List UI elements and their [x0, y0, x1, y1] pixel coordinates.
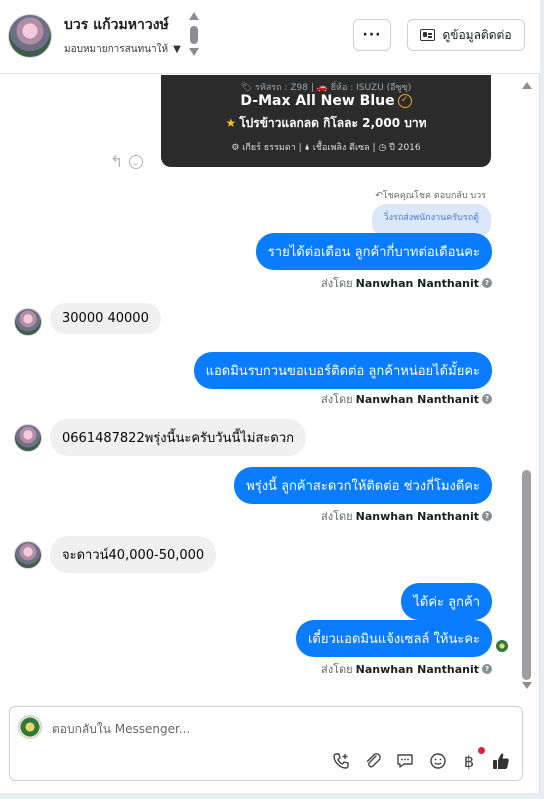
thumbs-up-icon[interactable]: [491, 751, 511, 771]
contact-card-icon: [420, 29, 436, 41]
product-price: โปรข้าวแลกลด กิโลละ 2,000 บาท: [239, 116, 427, 130]
scrollbar-thumb[interactable]: [522, 470, 531, 680]
sent-by-line: ส่งโดย Nanwhan Nanthanit ?: [321, 660, 492, 678]
conversation-window: บวร แก้วมหาวงษ์ มอบหมายการสนทนาให้ ▼ ···…: [0, 0, 540, 793]
reply-icon[interactable]: ↰: [110, 152, 123, 171]
thread-scrollbar[interactable]: [520, 80, 534, 692]
sent-by-prefix: ส่งโดย: [321, 510, 353, 523]
assign-conversation-dropdown[interactable]: มอบหมายการสนทนาให้ ▼: [64, 42, 181, 57]
message-bubble-outgoing[interactable]: พรุ่งนี้ ลูกค้าสะดวกให้ติดต่อ ช่วงกี่โมง…: [234, 467, 492, 504]
contact-avatar-small[interactable]: [14, 424, 42, 452]
reply-input[interactable]: [52, 719, 492, 739]
attachment-icon[interactable]: [363, 751, 383, 771]
message-bubble-incoming[interactable]: จะดาวน์40,000-50,000: [50, 536, 217, 573]
contact-avatar-small[interactable]: [14, 541, 42, 569]
react-emoji-icon[interactable]: [129, 154, 144, 169]
product-card-message[interactable]: 🏷 รหัสรถ : Z98 | 🚗 ยี่ห้อ : ISUZU (อีซูซ…: [161, 75, 491, 167]
message-bubble-outgoing[interactable]: แอดมินรบกวนขอเบอร์ติดต่อ ลูกค้าหน่อยได้ม…: [193, 352, 492, 389]
conversation-header: บวร แก้วมหาวงษ์ มอบหมายการสนทนาให้ ▼ ···…: [0, 0, 540, 74]
sent-by-line: ส่งโดย Nanwhan Nanthanit ?: [321, 390, 492, 408]
message-bubble-incoming[interactable]: 0661487822พรุ่งนี้นะครับวันนี้ไม่สะดวก: [50, 419, 307, 456]
verified-check-icon: ✓: [397, 94, 412, 108]
message-actions: ↰: [110, 152, 144, 171]
header-scroll-thumb[interactable]: [190, 26, 198, 44]
header-scroll-control[interactable]: [187, 12, 201, 60]
sender-name: Nanwhan Nanthanit: [355, 276, 479, 290]
notification-dot: [478, 747, 485, 754]
product-title: D-Max All New Blue: [240, 93, 395, 109]
message-bubble-outgoing[interactable]: ได้ค่ะ ลูกค้า: [401, 583, 492, 620]
sender-name: Nanwhan Nanthanit: [355, 662, 479, 676]
help-icon[interactable]: ?: [482, 278, 492, 288]
help-icon[interactable]: ?: [482, 511, 492, 521]
message-thread: 🏷 รหัสรถ : Z98 | 🚗 ยี่ห้อ : ISUZU (อีซูซ…: [0, 75, 540, 695]
phone-add-icon[interactable]: [331, 751, 351, 771]
arrow-down-icon[interactable]: [189, 48, 199, 56]
sent-by-prefix: ส่งโดย: [321, 663, 353, 676]
product-meta: 🏷 รหัสรถ : Z98 | 🚗 ยี่ห้อ : ISUZU (อีซูซ…: [240, 83, 412, 93]
saved-reply-icon[interactable]: [395, 751, 415, 771]
product-title-row: D-Max All New Blue ✓: [161, 93, 491, 109]
contact-avatar-small[interactable]: [14, 308, 42, 336]
product-price-row: ★ โปรข้าวแลกลด กิโลละ 2,000 บาท: [161, 114, 491, 133]
arrow-up-icon[interactable]: [189, 12, 199, 20]
message-bubble-outgoing[interactable]: รายได้ต่อเดือน ลูกค้ากี่บาทต่อเดือนคะ: [255, 233, 492, 270]
sent-by-line: ส่งโดย Nanwhan Nanthanit ?: [321, 274, 492, 292]
sender-name: Nanwhan Nanthanit: [355, 392, 479, 406]
sent-by-prefix: ส่งโดย: [321, 277, 353, 290]
message-bubble-incoming[interactable]: 30000 40000: [50, 303, 161, 334]
reply-context: ↶โชคคุณโชค ตอบกลับ บวร: [375, 191, 486, 201]
message-composer: ฿: [9, 706, 523, 781]
sender-name: Nanwhan Nanthanit: [355, 509, 479, 523]
scroll-down-icon[interactable]: [522, 682, 532, 689]
help-icon[interactable]: ?: [482, 664, 492, 674]
sent-by-line: ส่งโดย Nanwhan Nanthanit ?: [321, 507, 492, 525]
view-contact-info-button[interactable]: ดูข้อมูลติดต่อ: [407, 19, 525, 51]
page-logo-avatar: [18, 715, 42, 739]
contact-avatar[interactable]: [8, 14, 52, 58]
view-contact-info-label: ดูข้อมูลติดต่อ: [442, 27, 512, 42]
product-specs: ⚙ เกียร์ ธรรมดา | 🌢 เชื้อเพลิง ดีเซล | ◷…: [231, 143, 421, 153]
star-icon: ★: [225, 116, 237, 130]
scroll-up-icon[interactable]: [522, 82, 532, 89]
emoji-icon[interactable]: [428, 751, 448, 771]
contact-name[interactable]: บวร แก้วมหาวงษ์: [64, 14, 169, 36]
more-options-button[interactable]: ···: [353, 19, 391, 51]
seen-indicator-avatar: [496, 640, 508, 652]
help-icon[interactable]: ?: [482, 394, 492, 404]
assign-label: มอบหมายการสนทนาให้: [64, 44, 169, 55]
message-bubble-outgoing[interactable]: เดี๋ยวแอดมินแจ้งเซลล์ ให้นะคะ: [295, 620, 492, 657]
chevron-down-icon: ▼: [173, 44, 181, 55]
baht-payment-icon[interactable]: ฿: [459, 751, 479, 771]
sent-by-prefix: ส่งโดย: [321, 393, 353, 406]
